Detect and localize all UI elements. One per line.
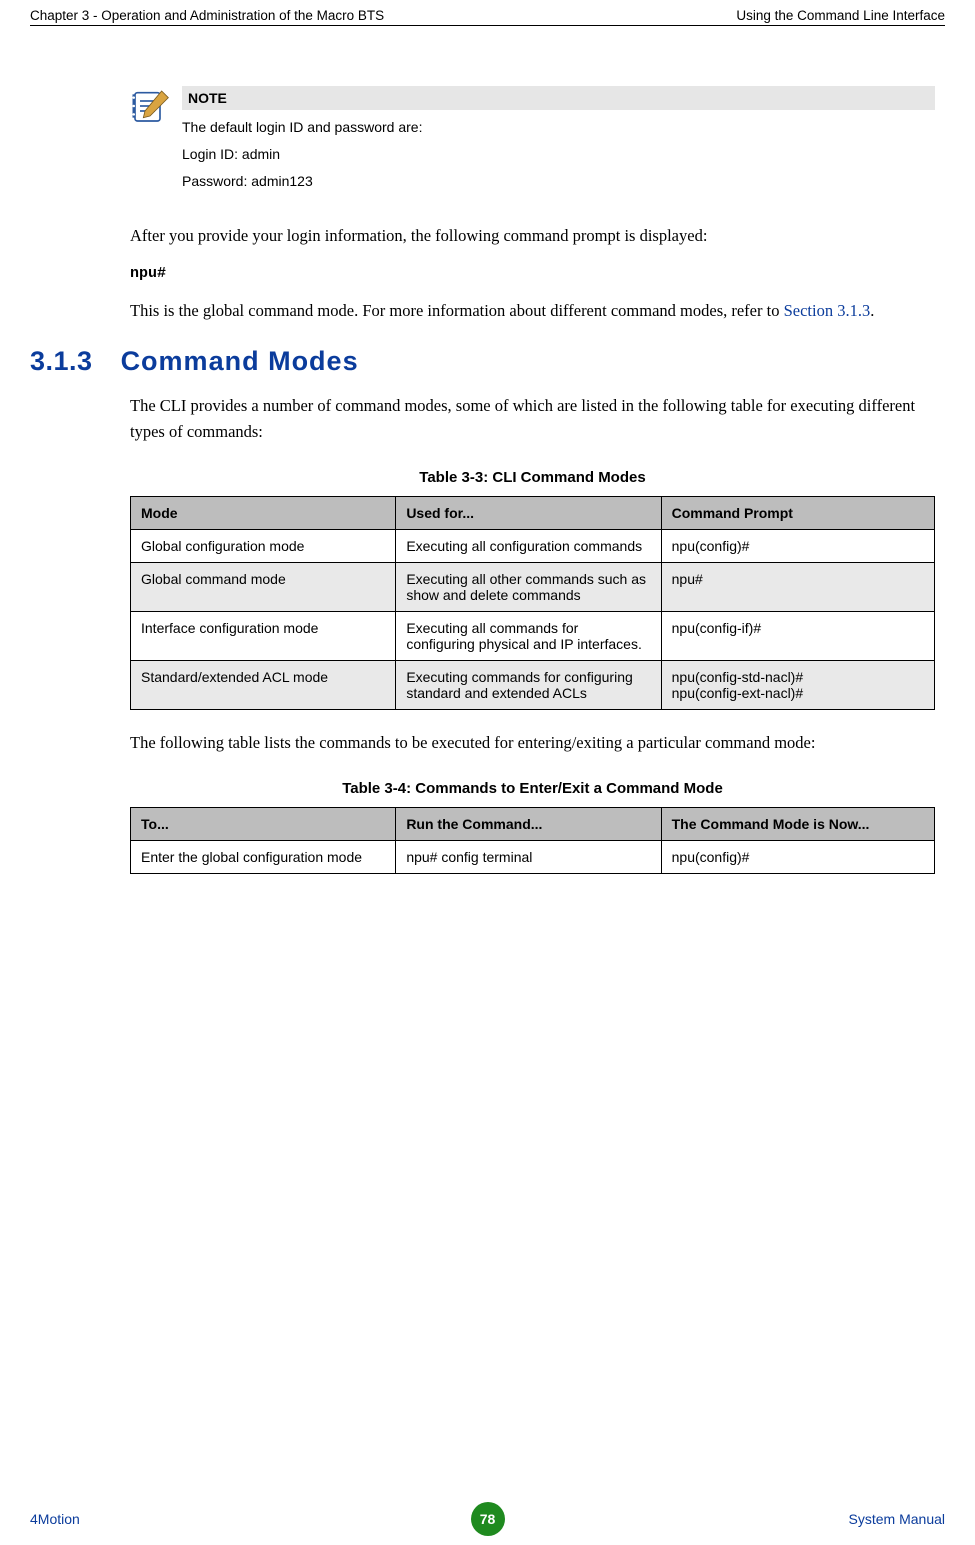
page-footer: 4Motion 78 System Manual bbox=[30, 1511, 945, 1527]
note-line-2: Login ID: admin bbox=[182, 145, 935, 164]
paragraph-2a: This is the global command mode. For mor… bbox=[130, 301, 784, 320]
table-3-3-h1: Used for... bbox=[396, 496, 661, 529]
table-3-3-h0: Mode bbox=[131, 496, 396, 529]
content-area: NOTE The default login ID and password a… bbox=[130, 86, 935, 874]
cell: Global configuration mode bbox=[131, 529, 396, 562]
cell: Global command mode bbox=[131, 562, 396, 611]
table-3-4-h2: The Command Mode is Now... bbox=[661, 807, 934, 840]
note-body: NOTE The default login ID and password a… bbox=[182, 86, 935, 195]
cell: npu(config)# bbox=[661, 840, 934, 873]
table-3-4: Table 3-4: Commands to Enter/Exit a Comm… bbox=[130, 772, 935, 874]
running-header: Chapter 3 - Operation and Administration… bbox=[30, 8, 945, 26]
cell: Executing all other commands such as sho… bbox=[396, 562, 661, 611]
paragraph-3: The CLI provides a number of command mod… bbox=[130, 393, 935, 444]
note-icon bbox=[130, 86, 170, 126]
table-3-3: Table 3-3: CLI Command Modes Mode Used f… bbox=[130, 461, 935, 710]
cell: Executing all configuration commands bbox=[396, 529, 661, 562]
header-left: Chapter 3 - Operation and Administration… bbox=[30, 8, 384, 23]
note-line-1: The default login ID and password are: bbox=[182, 118, 935, 137]
cell: npu# config terminal bbox=[396, 840, 661, 873]
cell: npu# bbox=[661, 562, 934, 611]
section-number: 3.1.3 bbox=[30, 346, 93, 377]
table-row: Global command mode Executing all other … bbox=[131, 562, 935, 611]
header-right: Using the Command Line Interface bbox=[736, 8, 945, 23]
paragraph-4: The following table lists the commands t… bbox=[130, 730, 935, 756]
table-row: Standard/extended ACL mode Executing com… bbox=[131, 660, 935, 709]
section-title: Command Modes bbox=[121, 346, 359, 377]
cell: npu(config)# bbox=[661, 529, 934, 562]
cell: Executing commands for configuring stand… bbox=[396, 660, 661, 709]
note-box: NOTE The default login ID and password a… bbox=[130, 86, 935, 195]
cell: npu(config-std-nacl)# npu(config-ext-nac… bbox=[661, 660, 934, 709]
prompt-1: npu# bbox=[130, 265, 935, 282]
cell: Standard/extended ACL mode bbox=[131, 660, 396, 709]
table-3-4-h0: To... bbox=[131, 807, 396, 840]
table-3-3-h2: Command Prompt bbox=[661, 496, 934, 529]
page: Chapter 3 - Operation and Administration… bbox=[0, 0, 975, 1545]
paragraph-1: After you provide your login information… bbox=[130, 223, 935, 249]
page-number-wrap: 78 bbox=[50, 1502, 925, 1536]
section-heading: 3.1.3 Command Modes bbox=[30, 346, 935, 377]
table-3-3-caption: Table 3-3: CLI Command Modes bbox=[130, 461, 935, 496]
table-3-4-h1: Run the Command... bbox=[396, 807, 661, 840]
paragraph-2: This is the global command mode. For mor… bbox=[130, 298, 935, 324]
paragraph-2c: . bbox=[870, 301, 874, 320]
cell: Interface configuration mode bbox=[131, 611, 396, 660]
table-row: Global configuration mode Executing all … bbox=[131, 529, 935, 562]
cell: Enter the global configuration mode bbox=[131, 840, 396, 873]
note-line-3: Password: admin123 bbox=[182, 172, 935, 191]
section-ref-link[interactable]: Section 3.1.3 bbox=[784, 301, 871, 320]
table-3-4-caption: Table 3-4: Commands to Enter/Exit a Comm… bbox=[130, 772, 935, 807]
table-row: Enter the global configuration mode npu#… bbox=[131, 840, 935, 873]
page-number-badge: 78 bbox=[471, 1502, 505, 1536]
cell: Executing all commands for configuring p… bbox=[396, 611, 661, 660]
table-row: Interface configuration mode Executing a… bbox=[131, 611, 935, 660]
cell: npu(config-if)# bbox=[661, 611, 934, 660]
note-label: NOTE bbox=[182, 86, 935, 110]
